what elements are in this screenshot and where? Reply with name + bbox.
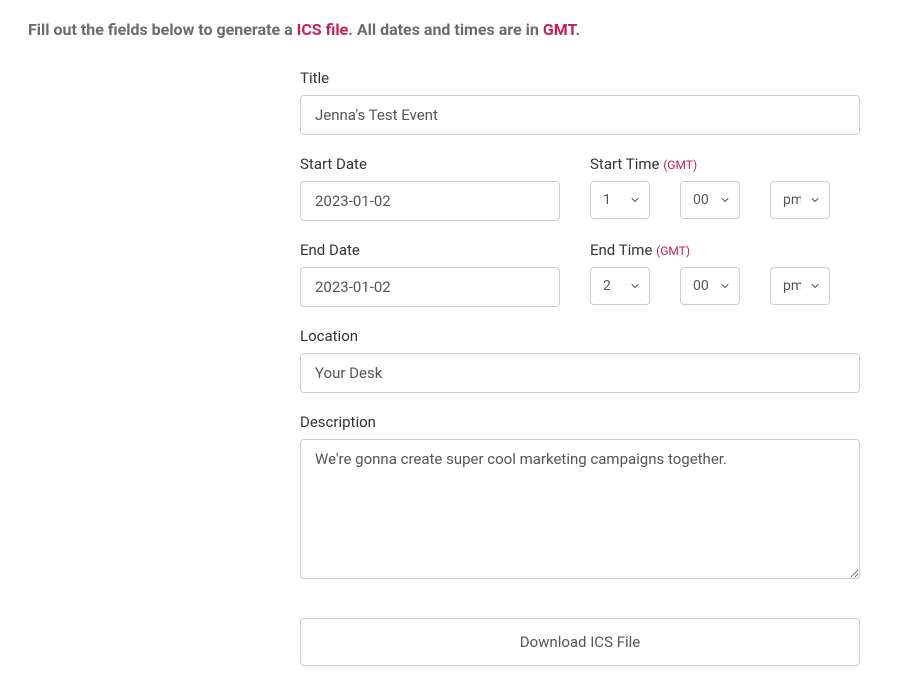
- description-group: Description: [300, 413, 860, 583]
- start-date-label: Start Date: [300, 155, 560, 173]
- title-label: Title: [300, 69, 860, 87]
- start-time-label: Start Time (GMT): [590, 155, 860, 173]
- start-date-group: Start Date: [300, 155, 560, 221]
- end-date-group: End Date: [300, 241, 560, 307]
- form-container: Title Start Date Start Time (GMT) 1 00 p…: [300, 69, 860, 666]
- location-label: Location: [300, 327, 860, 345]
- start-minute-select[interactable]: 00: [680, 181, 740, 219]
- start-ampm-select[interactable]: pm: [770, 181, 830, 219]
- intro-text: Fill out the fields below to generate a …: [20, 20, 879, 39]
- start-time-group: Start Time (GMT) 1 00 pm: [590, 155, 860, 221]
- start-time-label-text: Start Time: [590, 155, 659, 173]
- start-time-selects: 1 00 pm: [590, 181, 860, 219]
- end-time-selects: 2 00 pm: [590, 267, 860, 305]
- end-row: End Date End Time (GMT) 2 00 pm: [300, 241, 860, 307]
- download-button[interactable]: Download ICS File: [300, 618, 860, 666]
- title-group: Title: [300, 69, 860, 135]
- intro-part2: . All dates and times are in: [348, 20, 543, 39]
- description-textarea[interactable]: [300, 439, 860, 579]
- end-time-gmt: (GMT): [656, 244, 690, 258]
- start-date-input[interactable]: [300, 181, 560, 221]
- description-label: Description: [300, 413, 860, 431]
- title-input[interactable]: [300, 95, 860, 135]
- end-time-label: End Time (GMT): [590, 241, 860, 259]
- start-row: Start Date Start Time (GMT) 1 00 pm: [300, 155, 860, 221]
- location-input[interactable]: [300, 353, 860, 393]
- end-date-label: End Date: [300, 241, 560, 259]
- start-time-gmt: (GMT): [663, 158, 697, 172]
- intro-part3: .: [576, 20, 581, 39]
- intro-part1: Fill out the fields below to generate a: [28, 20, 297, 39]
- end-hour-select[interactable]: 2: [590, 267, 650, 305]
- intro-highlight-ics: ICS file: [297, 20, 349, 39]
- start-hour-select[interactable]: 1: [590, 181, 650, 219]
- end-time-group: End Time (GMT) 2 00 pm: [590, 241, 860, 307]
- end-time-label-text: End Time: [590, 241, 652, 259]
- end-minute-select[interactable]: 00: [680, 267, 740, 305]
- intro-highlight-gmt: GMT: [543, 20, 576, 39]
- location-group: Location: [300, 327, 860, 393]
- end-date-input[interactable]: [300, 267, 560, 307]
- end-ampm-select[interactable]: pm: [770, 267, 830, 305]
